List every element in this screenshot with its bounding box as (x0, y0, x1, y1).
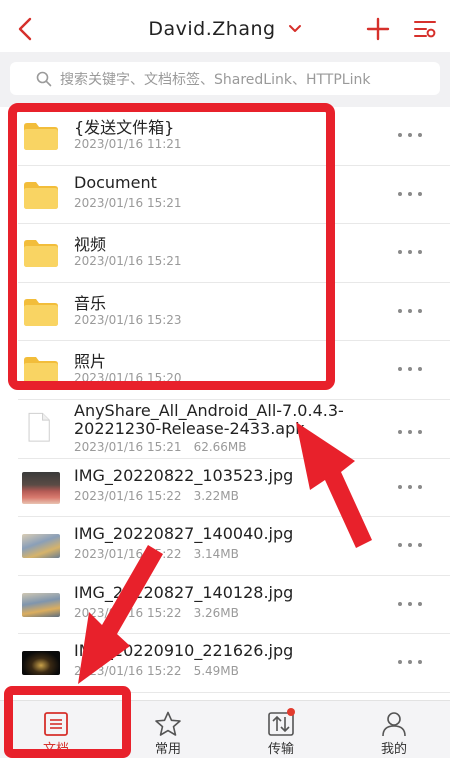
search-bar: 搜索关键字、文档标签、SharedLink、HTTPLink (0, 52, 450, 107)
account-title[interactable]: David.Zhang (148, 18, 275, 40)
list-item[interactable]: IMG_20220822_103523.jpg 2023/01/16 15:22… (0, 459, 450, 518)
file-name: IMG_20220910_221626.jpg (74, 641, 294, 661)
more-icon[interactable] (398, 539, 422, 551)
highlight-box-folders (8, 103, 335, 390)
file-meta: 2023/01/16 15:22 3.14MB (74, 547, 239, 561)
file-meta: 2023/01/16 15:22 3.26MB (74, 606, 239, 620)
tab-label: 我的 (380, 742, 407, 757)
more-icon[interactable] (398, 481, 422, 493)
file-date: 2023/01/16 15:22 (74, 605, 182, 620)
image-thumbnail (22, 592, 60, 617)
file-size: 3.22MB (193, 488, 239, 503)
search-input[interactable]: 搜索关键字、文档标签、SharedLink、HTTPLink (10, 62, 440, 95)
file-name: IMG_20220827_140040.jpg (74, 524, 294, 544)
chevron-down-icon[interactable] (288, 24, 302, 34)
search-placeholder: 搜索关键字、文档标签、SharedLink、HTTPLink (60, 71, 371, 88)
list-item[interactable]: IMG_20220827_140128.jpg 2023/01/16 15:22… (0, 576, 450, 635)
image-thumbnail (22, 534, 60, 559)
back-icon[interactable] (14, 16, 36, 42)
tab-transfer[interactable]: 传输 (225, 701, 337, 758)
star-icon (155, 711, 181, 736)
file-icon (28, 412, 50, 442)
more-icon[interactable] (398, 363, 422, 375)
file-date: 2023/01/16 15:22 (74, 488, 182, 503)
file-name: AnyShare_All_Android_All-7.0.4.3- 2022123… (74, 400, 344, 438)
list-item[interactable]: AnyShare_All_Android_All-7.0.4.3- 2022123… (0, 400, 450, 459)
file-meta: 2023/01/16 15:21 62.66MB (74, 440, 247, 454)
more-icon[interactable] (398, 426, 422, 438)
more-icon[interactable] (398, 598, 422, 610)
user-icon (382, 712, 406, 737)
search-icon (36, 71, 52, 86)
file-date: 2023/01/16 15:22 (74, 664, 182, 679)
file-size: 3.26MB (193, 605, 239, 620)
file-size: 5.49MB (193, 664, 239, 679)
more-icon[interactable] (398, 246, 422, 258)
file-date: 2023/01/16 15:22 (74, 547, 182, 562)
file-name: IMG_20220827_140128.jpg (74, 582, 294, 602)
file-name-line2: 20221230-Release-2433.apk (74, 418, 305, 438)
tab-profile[interactable]: 我的 (338, 701, 450, 758)
list-item[interactable]: IMG_20220827_140040.jpg 2023/01/16 15:22… (0, 517, 450, 576)
file-size: 62.66MB (193, 439, 247, 454)
notification-badge (287, 708, 295, 716)
add-icon[interactable] (366, 17, 390, 41)
more-icon[interactable] (398, 305, 422, 317)
file-meta: 2023/01/16 15:22 3.22MB (74, 489, 239, 503)
more-icon[interactable] (398, 129, 422, 141)
sort-filter-icon[interactable] (413, 17, 437, 41)
file-size: 3.14MB (193, 547, 239, 562)
file-name-line1: AnyShare_All_Android_All-7.0.4.3- (74, 400, 344, 420)
more-icon[interactable] (398, 656, 422, 668)
more-icon[interactable] (398, 188, 422, 200)
image-thumbnail (22, 651, 60, 676)
top-bar: David.Zhang (0, 0, 450, 58)
file-meta: 2023/01/16 15:22 5.49MB (74, 664, 239, 678)
list-item[interactable]: IMG_20220910_221626.jpg 2023/01/16 15:22… (0, 634, 450, 693)
file-date: 2023/01/16 15:21 (74, 439, 182, 454)
tab-label: 传输 (267, 742, 294, 757)
image-thumbnail (22, 471, 60, 504)
highlight-box-tab (4, 686, 131, 758)
file-name: IMG_20220822_103523.jpg (74, 465, 294, 485)
